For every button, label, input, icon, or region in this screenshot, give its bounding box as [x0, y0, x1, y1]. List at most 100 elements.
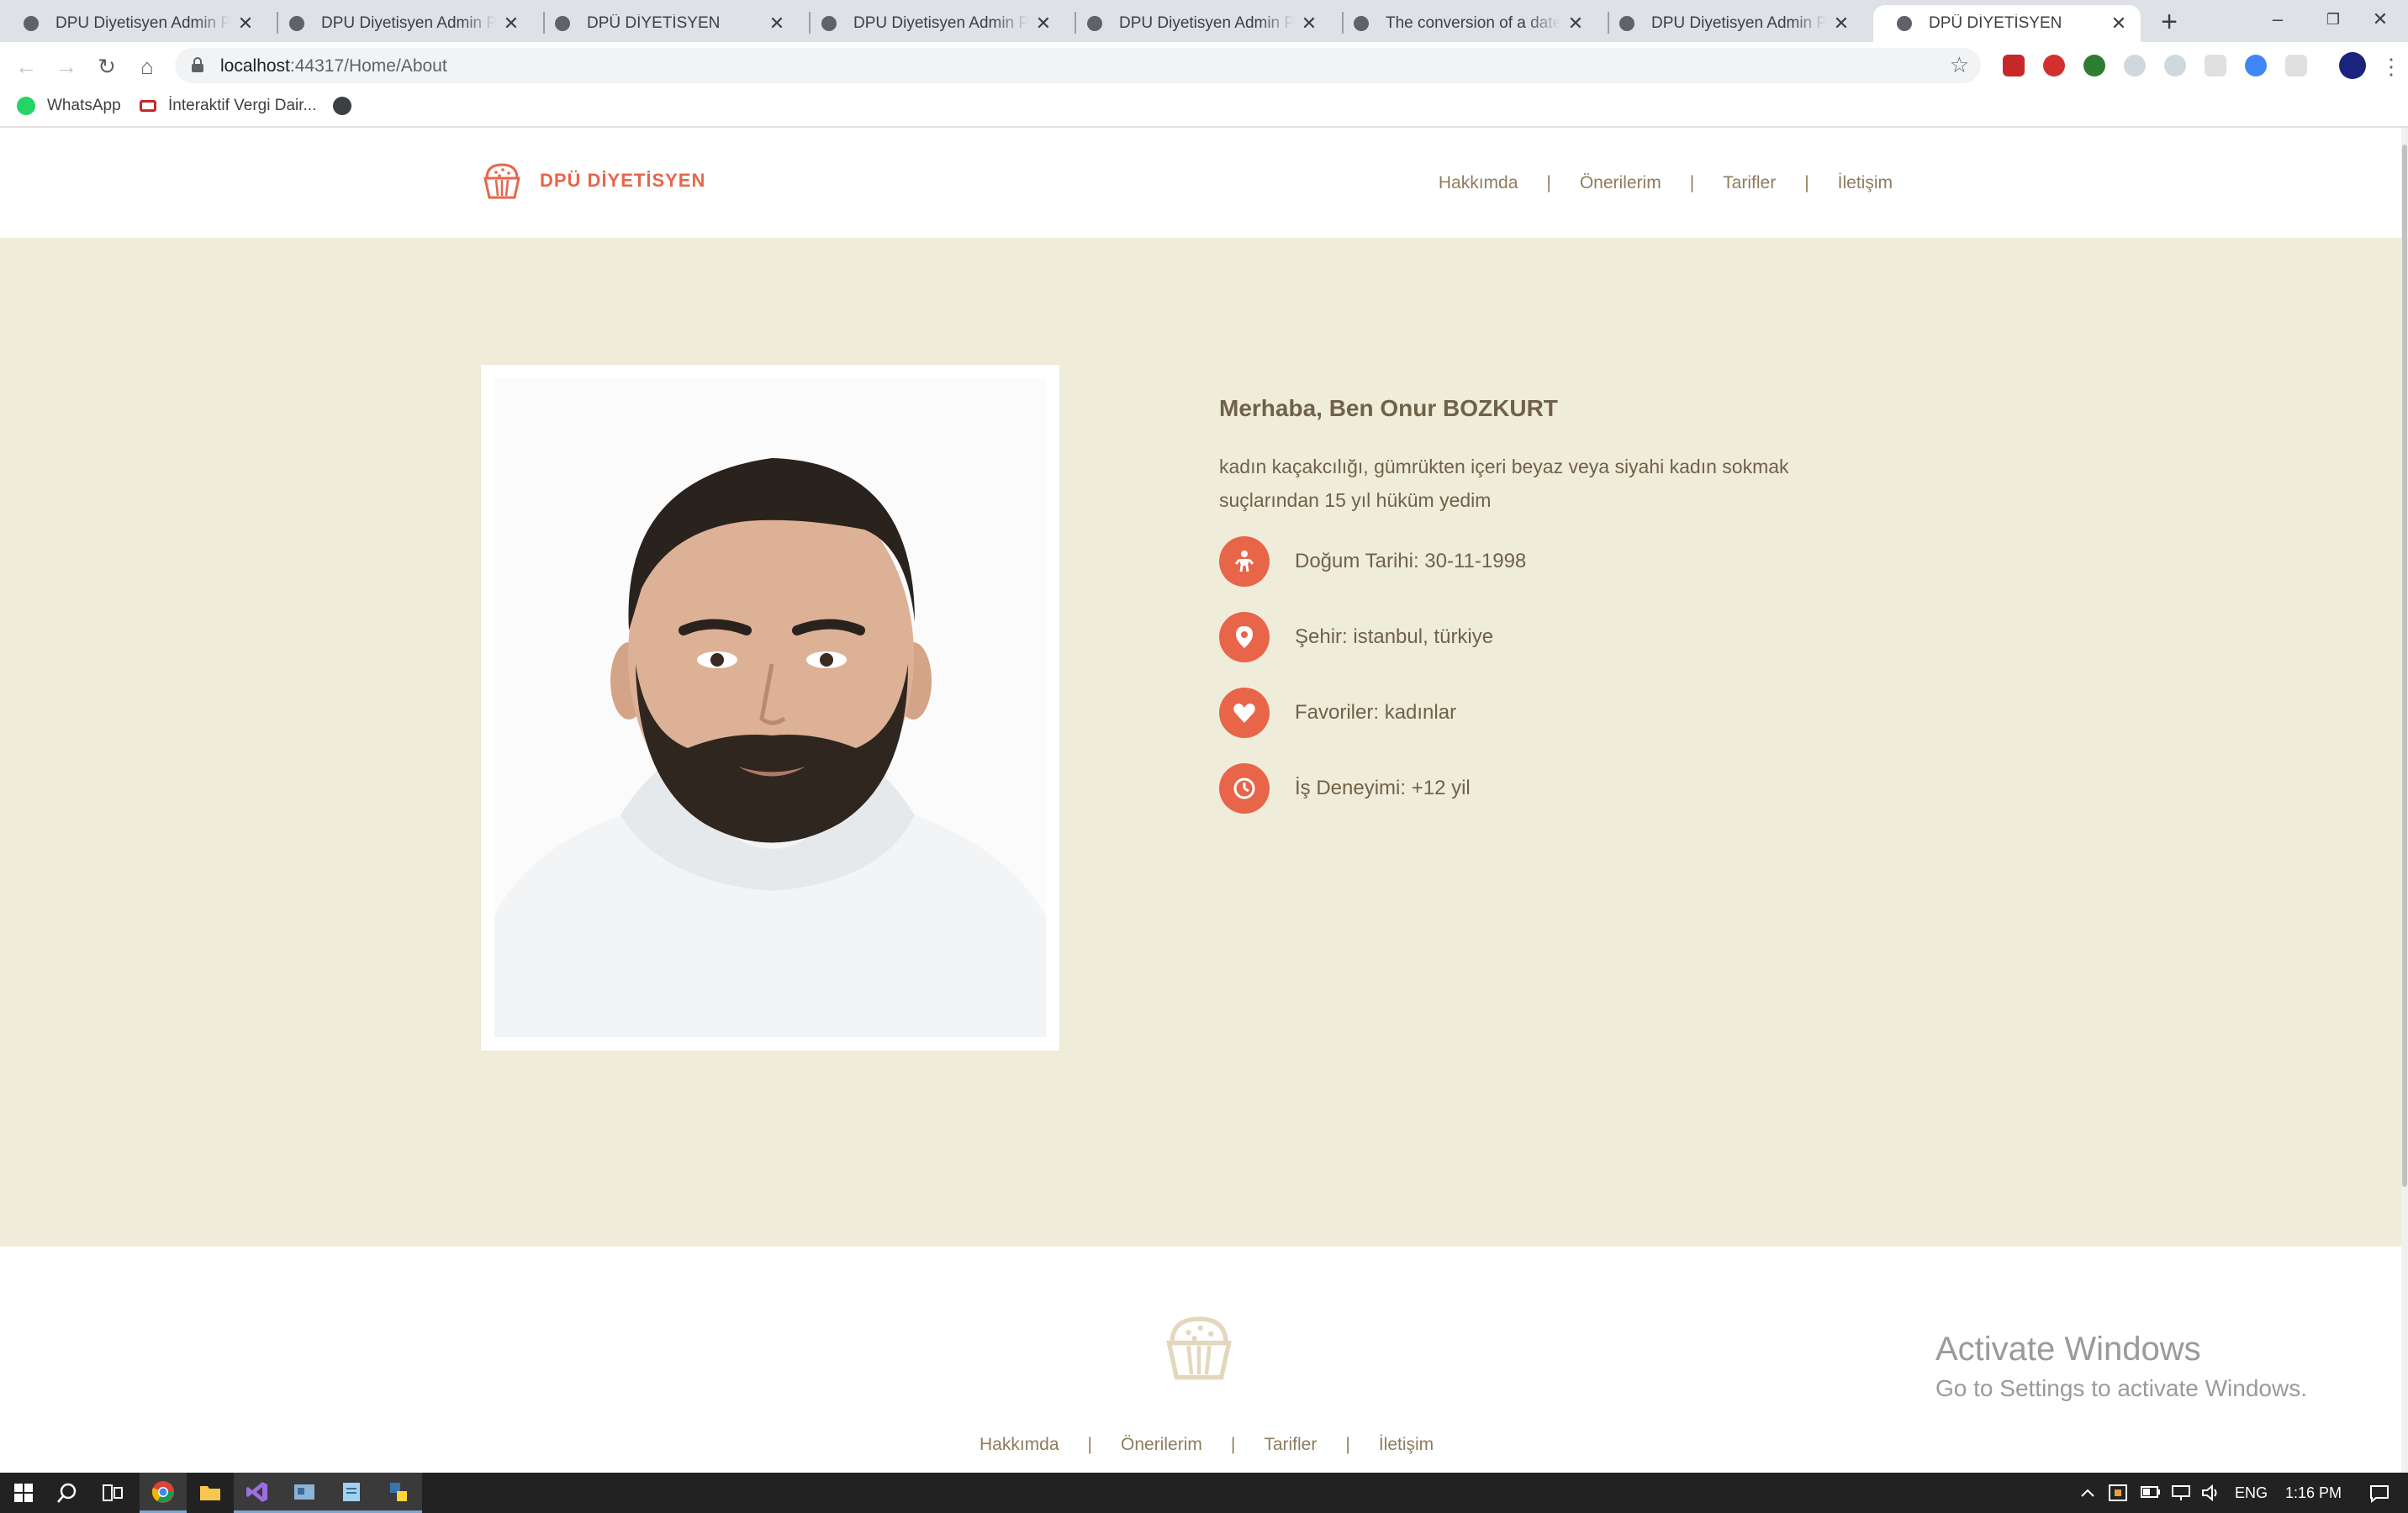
browser-tab-active[interactable]: DPÜ DİYETİSYEN ✕	[1873, 5, 2141, 42]
info-label: Favoriler: kadınlar	[1295, 701, 1457, 724]
task-view-button[interactable]	[89, 1473, 136, 1513]
taskbar-app[interactable]	[281, 1473, 328, 1513]
bookmark-label: İnteraktif Vergi Dair...	[168, 97, 317, 114]
brand-link[interactable]: DPÜ DİYETİSYEN	[479, 158, 705, 203]
tab-close-icon[interactable]: ✕	[1301, 13, 1318, 34]
footer-nav-hakkimda[interactable]: Hakkımda	[980, 1435, 1059, 1455]
tab-close-icon[interactable]: ✕	[237, 13, 254, 34]
extension-icon[interactable]	[2164, 55, 2186, 76]
url-path: :44317/Home/About	[289, 56, 447, 76]
start-button[interactable]	[0, 1473, 47, 1513]
brand-name: DPÜ DİYETİSYEN	[540, 170, 706, 191]
nav-onerilerim[interactable]: Önerilerim	[1580, 173, 1661, 193]
url-text[interactable]: localhost:44317/Home/About	[220, 56, 447, 76]
reload-button[interactable]: ↻	[92, 52, 121, 81]
browser-tab[interactable]: DPÜ DİYETİSYEN ✕	[531, 5, 799, 42]
profile-avatar[interactable]	[2339, 52, 2366, 79]
nav-separator: |	[1230, 1435, 1236, 1454]
tab-title: DPU Diyetisyen Admin Panel	[1119, 14, 1294, 32]
nav-separator: |	[1087, 1435, 1092, 1454]
forward-button[interactable]: →	[52, 52, 81, 81]
browser-tab[interactable]: DPU Diyetisyen Admin Panel ✕	[266, 5, 533, 42]
new-tab-button[interactable]: +	[2152, 5, 2186, 39]
footer-nav-tarifler[interactable]: Tarifler	[1264, 1435, 1317, 1455]
extension-icon[interactable]	[2245, 55, 2267, 76]
tab-close-icon[interactable]: ✕	[768, 13, 785, 34]
tab-close-icon[interactable]: ✕	[1833, 13, 1850, 34]
extension-icon[interactable]	[2205, 55, 2226, 76]
nav-separator: |	[1345, 1435, 1350, 1454]
tray-battery-icon[interactable]	[2141, 1484, 2161, 1502]
footer-nav-iletisim[interactable]: İletişim	[1379, 1435, 1434, 1455]
browser-tab[interactable]: The conversion of a datetime ✕	[1330, 5, 1597, 42]
extension-icon[interactable]	[2124, 55, 2146, 76]
globe-icon	[821, 16, 837, 31]
page-scrollbar-thumb[interactable]	[2402, 145, 2407, 1187]
bookmark-vergi[interactable]: İnteraktif Vergi Dair...	[140, 97, 316, 115]
taskbar-app[interactable]	[375, 1473, 422, 1513]
tray-network-icon[interactable]	[2171, 1484, 2191, 1505]
bookmark-label: WhatsApp	[47, 97, 121, 114]
browser-tab-strip: DPU Diyetisyen Admin Panel ✕ DPU Diyetis…	[0, 0, 2408, 42]
notification-icon	[2370, 1485, 2389, 1504]
browser-tab[interactable]: DPU Diyetisyen Admin Panel ✕	[1596, 5, 1863, 42]
watermark-line1: Activate Windows	[1935, 1331, 2201, 1368]
extension-icon[interactable]	[2285, 55, 2307, 76]
window-close-button[interactable]: ✕	[2353, 0, 2408, 39]
browser-menu-icon[interactable]: ⋮	[2379, 52, 2403, 81]
minimize-button[interactable]: –	[2250, 0, 2305, 39]
search-button[interactable]	[44, 1473, 91, 1513]
info-favorites: Favoriler: kadınlar	[1219, 688, 1456, 738]
tray-security-icon[interactable]	[2109, 1484, 2127, 1505]
taskbar-file-explorer[interactable]	[187, 1473, 234, 1513]
location-pin-icon	[1219, 612, 1270, 662]
taskbar-visual-studio[interactable]	[234, 1473, 281, 1513]
tray-language[interactable]: ENG	[2235, 1484, 2268, 1502]
browser-tab[interactable]: DPU Diyetisyen Admin Panel ✕	[1064, 5, 1331, 42]
tab-close-icon[interactable]: ✕	[1035, 13, 1052, 34]
action-center-button[interactable]	[2369, 1484, 2390, 1507]
back-button[interactable]: ←	[12, 52, 40, 81]
lock-icon	[192, 57, 203, 72]
tab-title: DPU Diyetisyen Admin Panel	[853, 14, 1028, 32]
vergi-icon	[140, 100, 156, 112]
taskbar-app[interactable]	[328, 1473, 375, 1513]
nav-hakkimda[interactable]: Hakkımda	[1439, 173, 1518, 193]
globe-icon	[1619, 16, 1634, 31]
info-city: Şehir: istanbul, türkiye	[1219, 612, 1493, 662]
tab-title: DPÜ DİYETİSYEN	[1929, 14, 2062, 32]
tab-close-icon[interactable]: ✕	[503, 13, 520, 34]
folder-icon	[200, 1486, 220, 1500]
tab-title: DPÜ DİYETİSYEN	[587, 14, 721, 32]
bookmark-whatsapp[interactable]: WhatsApp	[17, 97, 121, 115]
heart-icon	[1219, 688, 1270, 738]
tab-close-icon[interactable]: ✕	[2110, 13, 2127, 34]
bookmark-globe[interactable]	[333, 97, 363, 115]
tray-clock[interactable]: 1:16 PM	[2285, 1484, 2342, 1502]
globe-icon	[1897, 16, 1912, 31]
extension-icon[interactable]	[2083, 55, 2105, 76]
taskbar-chrome[interactable]	[140, 1473, 187, 1513]
info-experience: İş Deneyimi: +12 yil	[1219, 763, 1471, 814]
app-icon	[294, 1484, 314, 1500]
extension-icon[interactable]	[2003, 55, 2025, 76]
volume-icon	[2202, 1484, 2217, 1502]
cupcake-logo-icon	[483, 163, 520, 199]
tray-volume-icon[interactable]	[2201, 1484, 2221, 1505]
globe-icon	[24, 16, 39, 31]
tray-chevron-up-icon[interactable]	[2080, 1484, 2095, 1502]
profile-photo-frame	[481, 365, 1059, 1051]
footer-nav-onerilerim[interactable]: Önerilerim	[1121, 1435, 1202, 1455]
bookmark-star-icon[interactable]: ☆	[1950, 52, 1969, 78]
globe-icon	[289, 16, 304, 31]
browser-tab[interactable]: DPU Diyetisyen Admin Panel ✕	[0, 5, 267, 42]
nav-iletisim[interactable]: İletişim	[1838, 173, 1893, 193]
nav-tarifler[interactable]: Tarifler	[1723, 173, 1776, 193]
baby-icon	[1219, 536, 1270, 587]
opera-extension-icon[interactable]	[2043, 55, 2065, 76]
address-bar[interactable]: localhost:44317/Home/About ☆	[175, 48, 1981, 83]
browser-tab[interactable]: DPU Diyetisyen Admin Panel ✕	[798, 5, 1065, 42]
home-button[interactable]: ⌂	[133, 52, 161, 81]
tab-close-icon[interactable]: ✕	[1567, 13, 1584, 34]
page-content: DPÜ DİYETİSYEN Hakkımda | Önerilerim | T…	[0, 128, 2401, 1473]
